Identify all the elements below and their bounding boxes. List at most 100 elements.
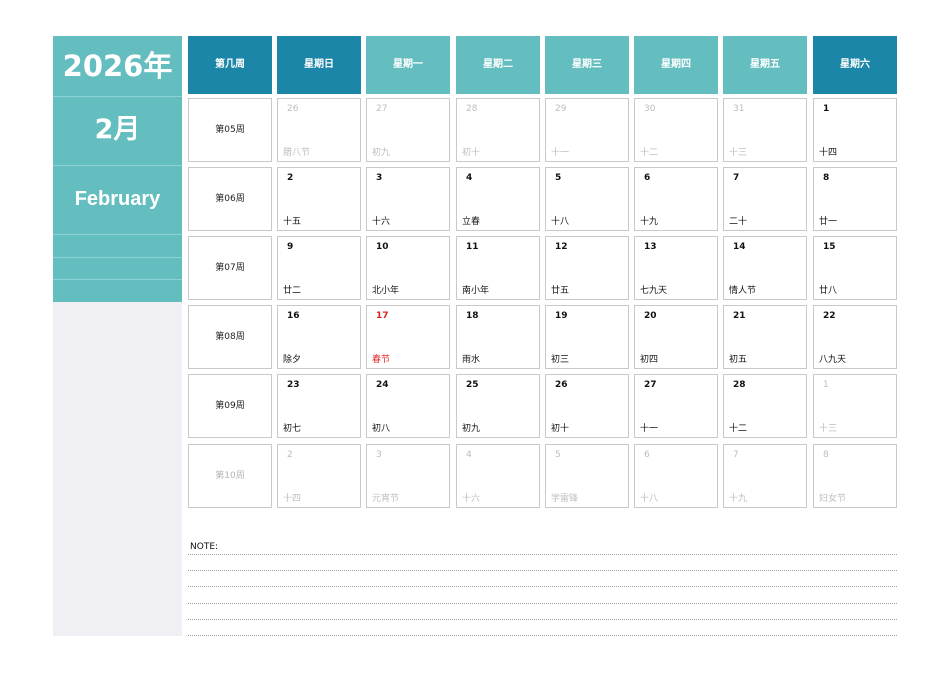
day-cell[interactable]: 28 初十 — [456, 98, 540, 162]
day-number: 2 — [287, 450, 293, 460]
day-number: 29 — [555, 104, 567, 114]
week-number: 第06周 — [188, 167, 272, 231]
day-number: 13 — [644, 242, 657, 252]
day-cell[interactable]: 4 十六 — [456, 444, 540, 508]
day-cell[interactable]: 4 立春 — [456, 167, 540, 231]
week-number: 第07周 — [188, 236, 272, 300]
lunar-label: 南小年 — [462, 286, 490, 296]
day-cell[interactable]: 17 春节 — [366, 305, 450, 369]
lunar-label: 二十 — [729, 217, 748, 227]
header-week: 第几周 — [188, 36, 272, 94]
day-cell[interactable]: 28 十二 — [723, 374, 807, 438]
day-cell[interactable]: 1 十三 — [813, 374, 897, 438]
day-number: 27 — [376, 104, 388, 114]
lunar-label: 初九 — [372, 148, 391, 158]
day-cell[interactable]: 21 初五 — [723, 305, 807, 369]
day-number: 10 — [376, 242, 389, 252]
day-cell[interactable]: 3 十六 — [366, 167, 450, 231]
note-line — [188, 603, 897, 604]
day-number: 8 — [823, 450, 829, 460]
day-cell[interactable]: 14 情人节 — [723, 236, 807, 300]
day-number: 14 — [733, 242, 746, 252]
note-line — [188, 619, 897, 620]
day-cell[interactable]: 29 十一 — [545, 98, 629, 162]
day-cell[interactable]: 6 十八 — [634, 444, 718, 508]
lunar-label: 情人节 — [729, 286, 757, 296]
day-cell[interactable]: 9 廿二 — [277, 236, 361, 300]
day-number: 7 — [733, 450, 739, 460]
day-cell[interactable]: 2 十五 — [277, 167, 361, 231]
header-day: 星期四 — [634, 36, 718, 94]
day-number: 5 — [555, 173, 562, 183]
day-cell[interactable]: 27 初九 — [366, 98, 450, 162]
lunar-label: 腊八节 — [283, 148, 311, 158]
day-cell[interactable]: 30 十二 — [634, 98, 718, 162]
lunar-label: 十三 — [819, 424, 838, 434]
day-cell[interactable]: 26 腊八节 — [277, 98, 361, 162]
lunar-label: 初十 — [551, 424, 570, 434]
day-cell[interactable]: 24 初八 — [366, 374, 450, 438]
day-cell[interactable]: 23 初七 — [277, 374, 361, 438]
day-number: 15 — [823, 242, 836, 252]
lunar-label: 十四 — [283, 494, 302, 504]
day-cell[interactable]: 1 十四 — [813, 98, 897, 162]
day-number: 21 — [733, 311, 746, 321]
day-number: 22 — [823, 311, 836, 321]
lunar-label: 廿五 — [551, 286, 570, 296]
day-cell[interactable]: 8 妇女节 — [813, 444, 897, 508]
day-cell[interactable]: 7 二十 — [723, 167, 807, 231]
day-cell[interactable]: 22 八九天 — [813, 305, 897, 369]
day-number: 6 — [644, 450, 650, 460]
lunar-label: 初三 — [551, 355, 570, 365]
lunar-label: 八九天 — [819, 355, 847, 365]
lunar-label: 十九 — [729, 494, 748, 504]
day-number: 25 — [466, 380, 479, 390]
day-cell[interactable]: 2 十四 — [277, 444, 361, 508]
lunar-label: 廿二 — [283, 286, 302, 296]
sidebar: 2026年 2月 February — [53, 36, 182, 636]
day-number: 16 — [287, 311, 300, 321]
day-cell[interactable]: 7 十九 — [723, 444, 807, 508]
note-line — [188, 635, 897, 636]
week-number: 第08周 — [188, 305, 272, 369]
day-number: 7 — [733, 173, 740, 183]
day-number: 18 — [466, 311, 479, 321]
header-day: 星期六 — [813, 36, 897, 94]
day-cell[interactable]: 8 廿一 — [813, 167, 897, 231]
lunar-label: 廿八 — [819, 286, 838, 296]
note-line — [188, 554, 897, 555]
day-cell[interactable]: 6 十九 — [634, 167, 718, 231]
day-number: 19 — [555, 311, 568, 321]
day-cell[interactable]: 3 元宵节 — [366, 444, 450, 508]
week-number: 第05周 — [188, 98, 272, 162]
day-cell[interactable]: 13 七九天 — [634, 236, 718, 300]
day-cell[interactable]: 31 十三 — [723, 98, 807, 162]
day-number: 6 — [644, 173, 651, 183]
day-cell[interactable]: 16 除夕 — [277, 305, 361, 369]
day-cell[interactable]: 5 学雷锋 — [545, 444, 629, 508]
day-cell[interactable]: 26 初十 — [545, 374, 629, 438]
day-cell[interactable]: 10 北小年 — [366, 236, 450, 300]
day-cell[interactable]: 15 廿八 — [813, 236, 897, 300]
lunar-label: 初九 — [462, 424, 481, 434]
lunar-label: 十六 — [372, 217, 391, 227]
day-cell[interactable]: 19 初三 — [545, 305, 629, 369]
day-cell[interactable]: 20 初四 — [634, 305, 718, 369]
day-cell[interactable]: 25 初九 — [456, 374, 540, 438]
day-cell[interactable]: 27 十一 — [634, 374, 718, 438]
lunar-label: 十六 — [462, 494, 481, 504]
lunar-label: 十五 — [283, 217, 302, 227]
lunar-label: 十三 — [729, 148, 748, 158]
day-number: 12 — [555, 242, 568, 252]
lunar-label: 元宵节 — [372, 494, 400, 504]
month-title-cn: 2月 — [53, 97, 182, 166]
day-cell[interactable]: 11 南小年 — [456, 236, 540, 300]
day-cell[interactable]: 5 十八 — [545, 167, 629, 231]
day-number: 26 — [287, 104, 299, 114]
day-number: 8 — [823, 173, 830, 183]
day-cell[interactable]: 18 雨水 — [456, 305, 540, 369]
day-number: 1 — [823, 104, 830, 114]
lunar-label: 十一 — [551, 148, 570, 158]
day-cell[interactable]: 12 廿五 — [545, 236, 629, 300]
lunar-label: 初八 — [372, 424, 391, 434]
